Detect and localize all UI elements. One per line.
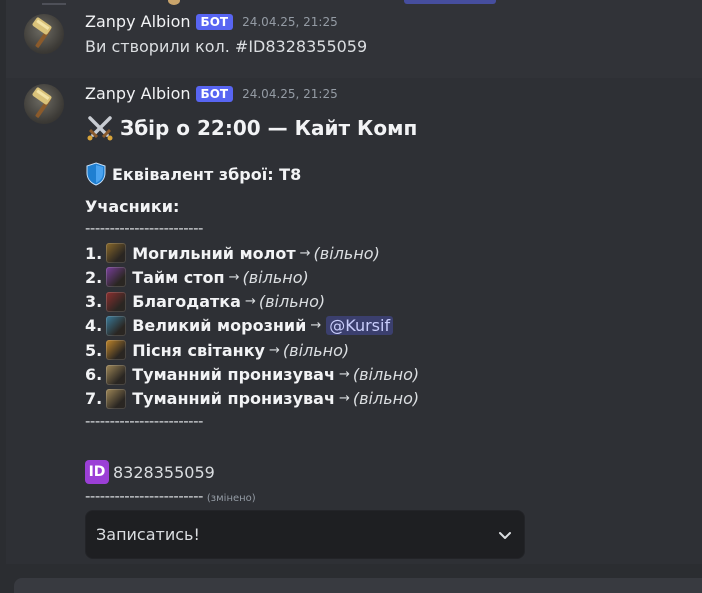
bot-badge: БОТ: [195, 13, 234, 30]
message-text: Ви створили кол. #ID8328355059: [85, 37, 368, 56]
mistpiercer-icon: [106, 388, 127, 409]
message: Zanpy Albion БОТ 24.04.25, 21:25 Ви ство…: [6, 0, 702, 78]
great-frost-staff-icon: [106, 315, 127, 336]
arrow-icon: →: [338, 367, 350, 382]
arrow-icon: →: [268, 342, 280, 358]
participants-label: Учасники:: [85, 197, 180, 216]
avatar[interactable]: [24, 84, 64, 124]
avatar[interactable]: [24, 14, 64, 54]
equivalent-line: Еквівалент зброї: Т8: [85, 162, 301, 186]
weapon-name: Могильний молот: [132, 243, 296, 263]
signup-select[interactable]: Записатись!: [85, 510, 525, 559]
slot-number: 1.: [85, 243, 103, 263]
arrow-icon: →: [228, 269, 240, 285]
arrow-icon: →: [299, 245, 311, 261]
weapon-name: Тайм стоп: [132, 267, 225, 287]
message-input[interactable]: [14, 578, 702, 593]
timestamp: 24.04.25, 21:25: [242, 86, 338, 101]
chat-area: Zanpy Albion БОТ 24.04.25, 21:25 Ви ство…: [6, 0, 702, 564]
raid-title-text: Збір о 22:00 — Кайт Комп: [120, 116, 418, 140]
separator-edited: ------------------------ (змінено): [85, 487, 256, 505]
participant-slot: 1. Могильний молот → (вільно): [85, 242, 380, 264]
participant-slot: 4. Великий морозний → @Kursif: [85, 315, 394, 337]
raid-title: Збір о 22:00 — Кайт Комп: [85, 113, 417, 143]
arrow-icon: →: [244, 294, 256, 310]
message: Zanpy Albion БОТ 24.04.25, 21:25 Збір о …: [6, 78, 702, 564]
dawnsong-icon: [106, 340, 127, 361]
edited-label: (змінено): [206, 493, 256, 504]
participant-slot: 2. Тайм стоп → (вільно): [85, 266, 309, 288]
slot-number: 6.: [85, 365, 103, 384]
weapon-name: Туманний пронизувач: [132, 389, 335, 409]
timestamp: 24.04.25, 21:25: [242, 14, 338, 29]
slot-number: 2.: [85, 267, 103, 287]
arrow-icon: →: [310, 318, 322, 334]
arrow-icon: →: [338, 391, 350, 407]
slot-number: 5.: [85, 340, 103, 360]
slot-status: (вільно): [282, 340, 350, 360]
bot-badge: БОТ: [195, 85, 234, 102]
signup-select-placeholder: Записатись!: [96, 525, 200, 544]
id-icon: ID: [85, 460, 109, 484]
slot-status: (вільно): [242, 267, 309, 287]
mistpiercer-icon: [106, 364, 127, 385]
username[interactable]: Zanpy Albion: [85, 84, 191, 103]
call-id-value: 8328355059: [113, 462, 215, 482]
equivalent-text: Еквівалент зброї: Т8: [112, 164, 302, 184]
participant-slot: 3. Благодатка → (вільно): [85, 291, 325, 313]
username[interactable]: Zanpy Albion: [85, 12, 191, 31]
slot-status: (вільно): [258, 292, 326, 312]
weapon-name: Туманний пронизувач: [132, 365, 335, 384]
hammer-icon: [32, 87, 52, 118]
chevron-down-icon: [499, 531, 511, 539]
slot-status: (вільно): [352, 389, 420, 409]
weapon-name: Пісня світанку: [132, 340, 265, 360]
separator: ------------------------: [85, 487, 203, 505]
separator: ------------------------: [85, 219, 203, 237]
slot-number: 7.: [85, 389, 103, 409]
hammer-icon: [32, 17, 52, 48]
crossed-swords-icon: [87, 116, 113, 141]
slot-number: 4.: [85, 316, 103, 336]
call-id: ID 8328355059: [85, 460, 215, 484]
participant-slot: 7. Туманний пронизувач → (вільно): [85, 388, 419, 410]
participant-slot: 5. Пісня світанку → (вільно): [85, 339, 349, 361]
weapon-name: Благодатка: [132, 292, 241, 312]
timestop-staff-icon: [106, 267, 127, 288]
slot-status: (вільно): [313, 243, 380, 263]
slot-status: (вільно): [352, 365, 420, 384]
blessed-staff-icon: [106, 291, 127, 312]
grave-hammer-icon: [106, 243, 127, 263]
separator: ------------------------: [85, 412, 203, 430]
shield-icon: [86, 162, 106, 186]
participant-slot: 6. Туманний пронизувач → (вільно): [85, 364, 419, 386]
user-mention[interactable]: @Kursif: [326, 316, 394, 336]
slot-number: 3.: [85, 292, 103, 312]
weapon-name: Великий морозний: [132, 316, 307, 336]
